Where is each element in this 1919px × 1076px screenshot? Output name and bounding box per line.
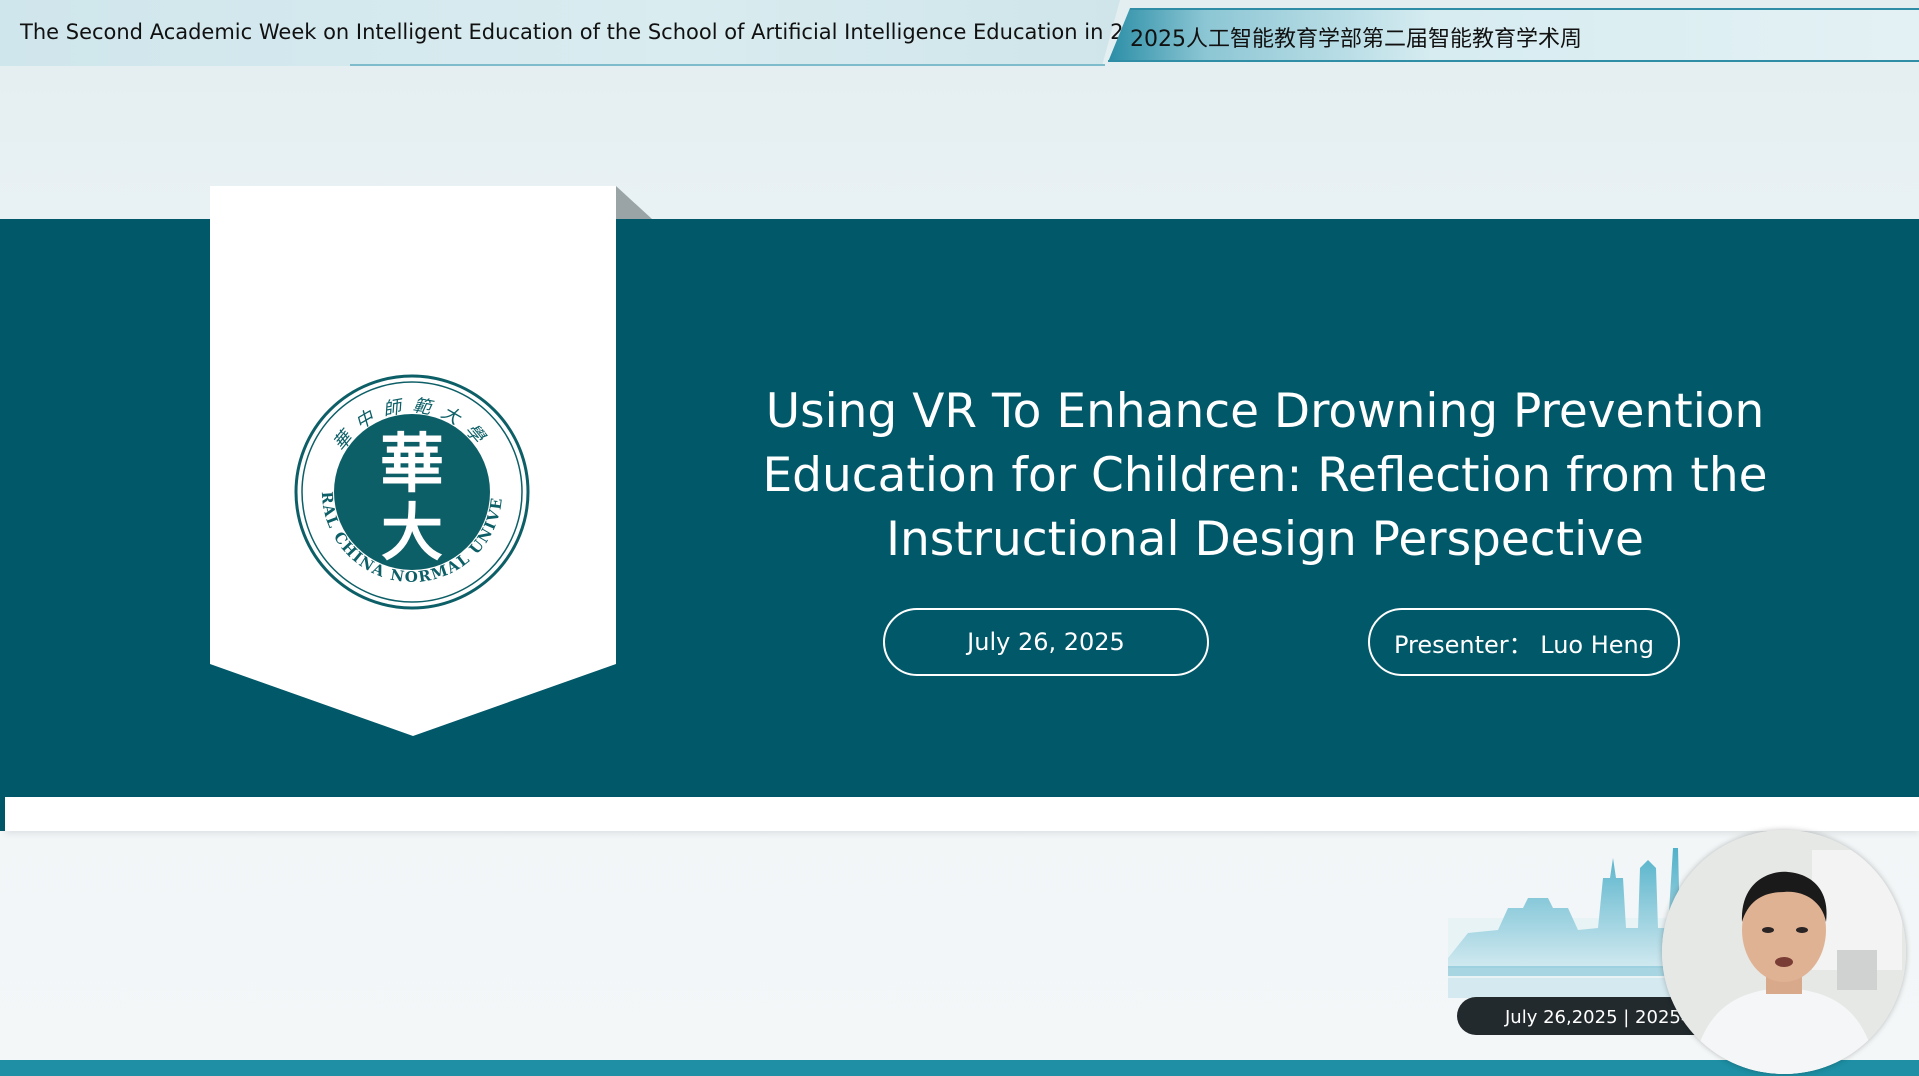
presenter-webcam <box>1662 830 1906 1074</box>
slide-title-line: Using VR To Enhance Drowning Prevention <box>765 384 1765 439</box>
presenter-avatar-icon <box>1662 830 1906 1074</box>
bottom-accent-bar <box>0 1060 1919 1076</box>
header-title-english: The Second Academic Week on Intelligent … <box>20 20 1164 44</box>
header-divider-line <box>350 64 1105 66</box>
seal-char-bottom: 大 <box>381 496 443 569</box>
header-chinese-top-line <box>1130 8 1919 10</box>
slide-title: Using VR To Enhance Drowning Prevention … <box>760 380 1770 572</box>
university-seal-logo: CENTRAL CHINA NORMAL UNIVERSITY 華中師範大學 華… <box>294 374 530 610</box>
presenter-pill: Presenter： Luo Heng <box>1368 608 1680 676</box>
header-title-chinese: 2025人工智能教育学部第二届智能教育学术周 <box>1130 27 1582 52</box>
slide-title-line: Education for Children: Reflection from … <box>762 448 1768 503</box>
slide-title-line: Instructional Design Perspective <box>886 512 1644 567</box>
ribbon-fold <box>616 186 652 219</box>
seal-char-top: 華 <box>380 428 444 502</box>
date-pill: July 26, 2025 <box>883 608 1209 676</box>
header-chinese-bottom-line <box>1108 60 1919 62</box>
band-white-strip <box>5 797 1919 831</box>
